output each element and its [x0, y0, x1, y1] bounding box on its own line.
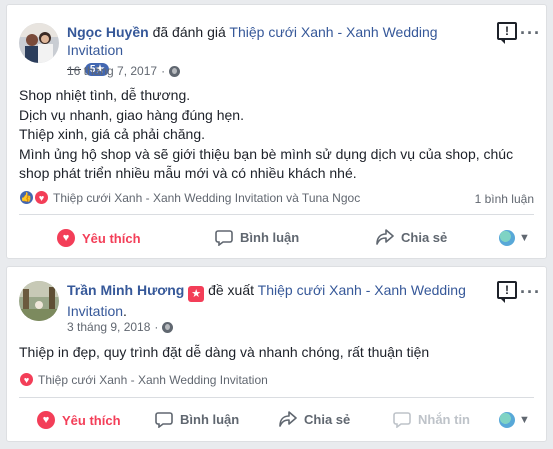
review-line: shop phát triển nhiều mẫu mới và có nhiề… [19, 165, 357, 181]
review-line: Dịch vụ nhanh, giao hàng đúng hẹn. [19, 106, 244, 123]
author-avatar[interactable] [19, 281, 59, 321]
share-button[interactable]: Chia sẻ [376, 229, 447, 245]
post-dot: · [161, 64, 166, 78]
divider [19, 397, 534, 398]
post-date[interactable]: 16 tháng 7, 2017 [67, 64, 157, 78]
message-label: Nhắn tin [418, 412, 470, 427]
comment-button[interactable]: Bình luận [155, 411, 239, 428]
love-reaction-icon: ♥ [34, 190, 49, 205]
author-name[interactable]: Ngọc Huyền [67, 24, 149, 40]
love-label: Yêu thích [62, 412, 121, 428]
author-name[interactable]: Trần Minh Hương [67, 282, 184, 298]
love-button[interactable]: ♥ Yêu thích [37, 411, 121, 429]
avatar-photo [19, 23, 59, 63]
review-body: Shop nhiệt tình, dễ thương. Dịch vụ nhan… [19, 86, 539, 184]
globe-icon [162, 321, 174, 333]
review-headline: Trần Minh Hương ★ đề xuất Thiệp cưới Xan… [67, 281, 487, 320]
share-label: Chia sẻ [304, 411, 351, 427]
chevron-down-icon: ▼ [519, 232, 530, 244]
more-icon[interactable]: ··· [520, 283, 541, 301]
like-reaction-icon: 👍 [19, 190, 34, 205]
divider [19, 214, 534, 215]
more-icon[interactable]: ··· [520, 24, 541, 42]
view-as-icon [499, 412, 515, 428]
review-card-1: Ngọc Huyền đã đánh giá Thiệp cưới Xanh -… [6, 4, 547, 259]
report-icon[interactable]: ! [497, 22, 517, 44]
message-icon [393, 412, 411, 428]
post-date[interactable]: 3 tháng 9, 2018 [67, 320, 150, 334]
avatar-photo [19, 281, 59, 321]
author-avatar[interactable] [19, 23, 59, 63]
share-button[interactable]: Chia sẻ [279, 411, 350, 427]
page-link[interactable]: Thiệp cưới Xanh - Xanh Wedding [258, 282, 466, 298]
comment-button[interactable]: Bình luận [215, 229, 299, 246]
share-icon [279, 411, 297, 427]
post-meta: 3 tháng 9, 2018 · [67, 320, 174, 334]
reactions-names: Thiệp cưới Xanh - Xanh Wedding Invitatio… [38, 372, 268, 387]
reactions-summary[interactable]: ♥ Thiệp cưới Xanh - Xanh Wedding Invitat… [19, 372, 268, 387]
top-fan-badge-icon: ★ [188, 286, 205, 302]
review-line: Shop nhiệt tình, dễ thương. [19, 87, 191, 103]
view-as-selector[interactable]: ▼ [499, 412, 530, 428]
page-link-continued[interactable]: Invitation [67, 303, 123, 319]
view-as-icon [499, 230, 515, 246]
headline-period: . [123, 303, 127, 319]
heart-icon: ♥ [57, 229, 75, 247]
post-meta: 16 tháng 7, 2017 · [67, 64, 181, 78]
heart-icon: ♥ [37, 411, 55, 429]
comment-icon [215, 230, 233, 246]
message-button[interactable]: Nhắn tin [393, 411, 470, 428]
comment-count[interactable]: 1 bình luận [475, 192, 534, 206]
review-line: Mình ủng hộ shop và sẽ giới thiệu bạn bè… [19, 145, 514, 162]
comment-icon [155, 412, 173, 428]
reactions-summary[interactable]: 👍 ♥ Thiệp cưới Xanh - Xanh Wedding Invit… [19, 190, 360, 205]
chevron-down-icon: ▼ [519, 414, 530, 426]
love-reaction-icon: ♥ [19, 372, 34, 387]
share-label: Chia sẻ [401, 229, 448, 245]
report-icon[interactable]: ! [497, 281, 517, 303]
review-line: Thiệp xinh, giá cả phải chăng. [19, 126, 206, 142]
review-body: Thiệp in đẹp, quy trình đặt dễ dàng và n… [19, 343, 539, 363]
post-dot: · [154, 320, 159, 334]
reactions-names: Thiệp cưới Xanh - Xanh Wedding Invitatio… [53, 190, 361, 205]
globe-icon [169, 65, 181, 77]
comment-label: Bình luận [180, 412, 240, 427]
review-card-2: Trần Minh Hương ★ đề xuất Thiệp cưới Xan… [6, 266, 547, 442]
share-icon [376, 229, 394, 245]
comment-label: Bình luận [240, 230, 300, 245]
review-verb: đề xuất [208, 282, 255, 298]
review-verb: đã đánh giá [152, 24, 226, 40]
love-button[interactable]: ♥ Yêu thích [57, 229, 141, 247]
view-as-selector[interactable]: ▼ [499, 230, 530, 246]
love-label: Yêu thích [82, 230, 141, 246]
review-line: Thiệp in đẹp, quy trình đặt dễ dàng và n… [19, 344, 430, 360]
